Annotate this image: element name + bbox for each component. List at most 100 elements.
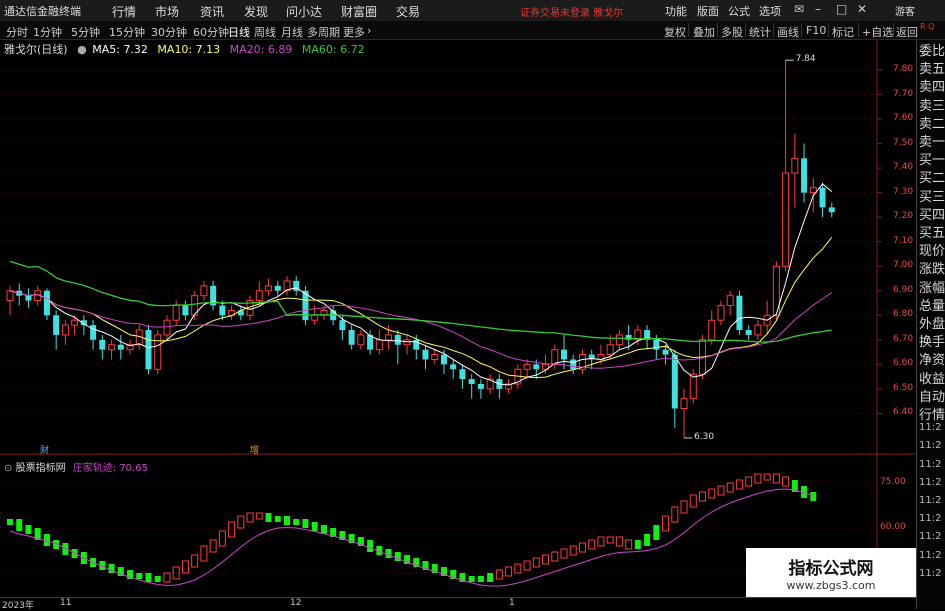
candle-body bbox=[53, 315, 60, 335]
candle-body bbox=[523, 363, 531, 370]
indicator-bar bbox=[615, 536, 623, 547]
indicator-bar bbox=[136, 573, 143, 579]
candle-body bbox=[819, 187, 826, 208]
price-tick: 6.60 bbox=[893, 358, 914, 369]
indicator-bar bbox=[606, 536, 614, 544]
rq-badge: R Q bbox=[920, 22, 935, 31]
indicator-bar bbox=[246, 512, 254, 523]
quote-field-25: 11:2 bbox=[919, 495, 942, 506]
candle-body bbox=[71, 319, 79, 326]
indicator-bar bbox=[514, 563, 522, 574]
indicator-bar bbox=[209, 539, 217, 553]
candle-body bbox=[791, 157, 799, 174]
candle-body bbox=[671, 354, 678, 409]
price-tick: 6.80 bbox=[893, 309, 914, 320]
chart-grid bbox=[0, 40, 916, 597]
indicator-bar bbox=[569, 545, 577, 556]
quote-field-13: 涨幅 bbox=[919, 280, 945, 296]
zeng-marker[interactable]: 增 bbox=[250, 443, 259, 456]
quote-field-4: 卖二 bbox=[919, 116, 945, 132]
indicator-bar bbox=[218, 530, 226, 547]
candle-body bbox=[551, 349, 559, 365]
indicator-bar bbox=[532, 557, 540, 568]
indicator-bar bbox=[228, 521, 236, 538]
candle-body bbox=[90, 325, 97, 340]
kline-chart[interactable] bbox=[0, 0, 945, 609]
candle-body bbox=[385, 334, 393, 341]
quote-field-15: 外盘 bbox=[919, 317, 945, 332]
candle-body bbox=[25, 295, 32, 301]
candle-body bbox=[662, 349, 669, 355]
candle-body bbox=[440, 354, 447, 365]
candle-body bbox=[606, 344, 614, 356]
candle-body bbox=[450, 364, 457, 370]
indicator-bar bbox=[523, 560, 531, 571]
quote-field-11: 现价 bbox=[919, 244, 945, 260]
indicator-bar bbox=[717, 485, 725, 496]
candle-body bbox=[145, 330, 152, 370]
quote-field-1: 卖五 bbox=[919, 62, 945, 78]
candle-body bbox=[570, 359, 577, 370]
candle-body bbox=[339, 320, 346, 331]
candle-body bbox=[154, 334, 162, 370]
indicator-bar bbox=[237, 515, 245, 529]
indicator-bar bbox=[588, 539, 596, 550]
candle-body bbox=[265, 285, 273, 292]
candle-body bbox=[801, 158, 808, 193]
candle-body bbox=[431, 354, 439, 360]
indicator-bar bbox=[367, 540, 374, 552]
indicator-series bbox=[7, 473, 817, 587]
indicator-name[interactable]: 股票指标网 bbox=[16, 463, 66, 474]
candle-body bbox=[561, 349, 567, 360]
candle-body bbox=[680, 398, 688, 410]
quote-field-20: 行情 bbox=[919, 408, 945, 423]
candle-body bbox=[182, 305, 189, 316]
ma-lines bbox=[9, 183, 833, 386]
low-price-label: 6.30 bbox=[694, 431, 715, 442]
indicator-bar bbox=[468, 576, 475, 582]
indicator-bar bbox=[726, 482, 734, 493]
indicator-bar bbox=[745, 476, 753, 487]
indicator-bar bbox=[644, 534, 651, 546]
candle-body bbox=[61, 324, 69, 336]
indicator-tick: 60.00 bbox=[880, 522, 906, 532]
quote-field-2: 卖四 bbox=[919, 80, 945, 96]
candle-body bbox=[274, 285, 281, 291]
indicator-bar bbox=[735, 479, 743, 490]
quote-field-0: 委比 bbox=[919, 44, 945, 59]
indicator-bar bbox=[385, 549, 392, 558]
indicator-toggle-icon[interactable]: ⊙ bbox=[4, 463, 12, 474]
indicator-bar bbox=[302, 519, 309, 528]
watermark-title: 指标公式网 bbox=[788, 559, 874, 579]
quote-field-12: 涨跌 bbox=[919, 262, 945, 278]
candle-body bbox=[6, 290, 14, 302]
candle-body bbox=[459, 369, 466, 380]
indicator-bar bbox=[7, 519, 13, 525]
price-tick: 7.60 bbox=[893, 113, 914, 124]
date-label-jan: 1 bbox=[509, 598, 515, 608]
candle-body bbox=[615, 334, 623, 346]
quote-field-8: 买三 bbox=[919, 189, 945, 205]
candle-body bbox=[708, 319, 716, 341]
indicator-line-label: 庄家轨迹: 70.65 bbox=[72, 463, 148, 474]
watermark-url: www.zbgs3.com bbox=[786, 579, 876, 592]
indicator-bar bbox=[487, 573, 494, 582]
indicator-bar bbox=[255, 512, 263, 520]
quote-field-3: 卖三 bbox=[919, 98, 945, 114]
ma5-line bbox=[9, 183, 833, 386]
quote-field-10: 买五 bbox=[919, 226, 945, 241]
indicator-bar bbox=[274, 516, 281, 522]
indicator-bar bbox=[16, 519, 23, 531]
indicator-bar bbox=[772, 473, 780, 484]
candle-body bbox=[754, 324, 762, 336]
date-axis bbox=[0, 597, 916, 610]
quote-field-26: 11:2 bbox=[919, 513, 942, 525]
candle-body bbox=[200, 285, 208, 297]
indicator-legend: ⊙ 股票指标网 庄家轨迹: 70.65 bbox=[4, 459, 148, 474]
indicator-bar bbox=[542, 554, 550, 565]
finance-marker[interactable]: 财 bbox=[40, 443, 49, 456]
candle-body bbox=[108, 344, 116, 351]
candle-body bbox=[219, 305, 226, 316]
price-tick: 7.40 bbox=[893, 162, 914, 173]
quote-field-27: 11:2 bbox=[919, 531, 942, 543]
